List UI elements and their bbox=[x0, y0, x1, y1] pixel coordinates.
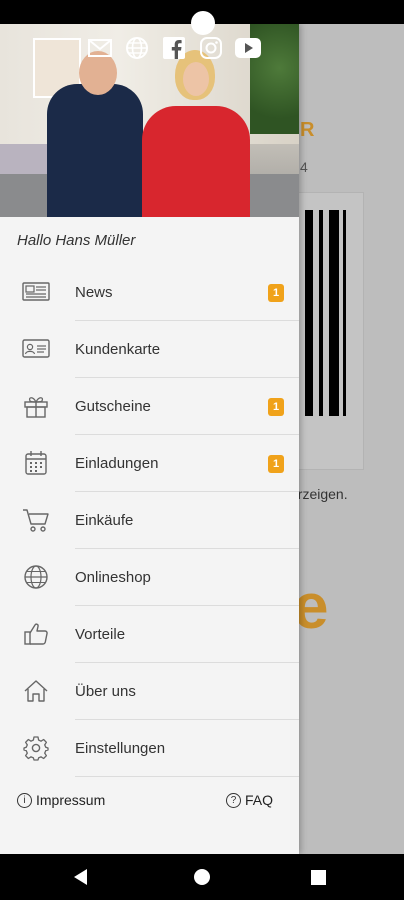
home-button[interactable] bbox=[194, 869, 210, 885]
menu-item-kundenkarte[interactable]: Kundenkarte bbox=[0, 321, 299, 378]
home-icon bbox=[22, 677, 50, 705]
impressum-link[interactable]: i Impressum bbox=[17, 792, 105, 808]
menu-item-einladungen[interactable]: Einladungen 1 bbox=[0, 435, 299, 492]
faq-link[interactable]: ? FAQ bbox=[226, 792, 273, 808]
navigation-drawer: Hallo Hans Müller News 1 Kundenkarte Gut… bbox=[0, 24, 299, 854]
gear-icon bbox=[22, 734, 50, 762]
menu-item-label: Vorteile bbox=[75, 626, 126, 643]
header-photo bbox=[0, 24, 299, 217]
id-card-icon bbox=[22, 335, 50, 363]
menu-item-einkaeufe[interactable]: Einkäufe bbox=[0, 492, 299, 549]
instagram-icon[interactable] bbox=[198, 35, 224, 61]
background-heading: R bbox=[300, 119, 315, 141]
menu-item-ueber-uns[interactable]: Über uns bbox=[0, 663, 299, 720]
menu-item-label: Gutscheine bbox=[75, 398, 151, 415]
gift-icon bbox=[22, 392, 50, 420]
menu-item-label: Kundenkarte bbox=[75, 341, 161, 358]
mail-icon[interactable] bbox=[87, 35, 113, 61]
social-links bbox=[87, 35, 261, 61]
impressum-label: Impressum bbox=[36, 792, 106, 808]
calendar-icon bbox=[22, 449, 50, 477]
recent-apps-button[interactable] bbox=[311, 870, 326, 885]
menu-item-label: Onlineshop bbox=[75, 569, 151, 586]
menu-item-vorteile[interactable]: Vorteile bbox=[0, 606, 299, 663]
barcode bbox=[305, 210, 346, 416]
newspaper-icon bbox=[22, 278, 50, 306]
drawer-footer: i Impressum ? FAQ bbox=[0, 788, 299, 814]
background-subtext: 4 bbox=[300, 159, 308, 175]
faq-label: FAQ bbox=[245, 792, 274, 808]
notification-badge: 1 bbox=[268, 398, 284, 416]
menu-item-label: Über uns bbox=[75, 683, 136, 700]
info-icon: i bbox=[17, 792, 32, 808]
system-nav-bar bbox=[0, 854, 404, 900]
divider bbox=[75, 776, 299, 777]
menu-item-label: News bbox=[75, 284, 113, 301]
notification-badge: 1 bbox=[268, 284, 284, 302]
menu-item-onlineshop[interactable]: Onlineshop bbox=[0, 549, 299, 606]
menu-item-news[interactable]: News 1 bbox=[0, 264, 299, 321]
greeting-text: Hallo Hans Müller bbox=[17, 232, 136, 249]
menu-item-label: Einladungen bbox=[75, 455, 159, 472]
notification-badge: 1 bbox=[268, 455, 284, 473]
drawer-menu: News 1 Kundenkarte Gutscheine 1 Einladun… bbox=[0, 264, 299, 777]
cart-icon bbox=[22, 506, 50, 534]
menu-item-einstellungen[interactable]: Einstellungen bbox=[0, 720, 299, 777]
back-button[interactable] bbox=[74, 869, 87, 885]
thumbs-up-icon bbox=[22, 620, 50, 648]
menu-item-label: Einstellungen bbox=[75, 740, 166, 757]
menu-item-label: Einkäufe bbox=[75, 512, 134, 529]
help-icon: ? bbox=[226, 792, 241, 808]
facebook-icon[interactable] bbox=[161, 35, 187, 61]
globe-icon bbox=[22, 563, 50, 591]
youtube-icon[interactable] bbox=[235, 35, 261, 61]
globe-icon[interactable] bbox=[124, 35, 150, 61]
menu-item-gutscheine[interactable]: Gutscheine 1 bbox=[0, 378, 299, 435]
camera-cutout bbox=[191, 11, 215, 35]
